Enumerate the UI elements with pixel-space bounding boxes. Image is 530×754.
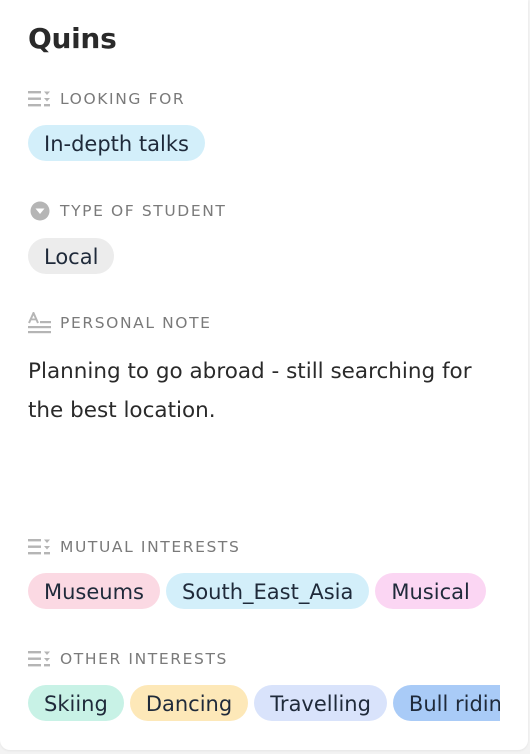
- mutual-interests-chips: Museums South_East_Asia Musical: [28, 573, 500, 613]
- type-of-student-label-text: TYPE OF STUDENT: [60, 202, 227, 220]
- type-of-student-label: TYPE OF STUDENT: [28, 200, 227, 222]
- chip-skiing[interactable]: Skiing: [28, 685, 124, 721]
- list-icon: [28, 88, 52, 110]
- chip-local[interactable]: Local: [28, 238, 115, 274]
- chip-musical[interactable]: Musical: [375, 573, 486, 609]
- text-icon: [28, 312, 52, 334]
- chip-travelling[interactable]: Travelling: [254, 685, 387, 721]
- chip-south-east-asia[interactable]: South_East_Asia: [166, 573, 370, 609]
- personal-note-label-text: PERSONAL NOTE: [60, 314, 212, 332]
- type-of-student-chips: Local: [28, 238, 500, 278]
- chip-in-depth-talks[interactable]: In-depth talks: [28, 125, 205, 161]
- chip-bull-riding[interactable]: Bull riding: [392, 685, 500, 721]
- personal-note-text: Planning to go abroad - still searching …: [28, 359, 472, 423]
- profile-name: Quins: [28, 22, 117, 55]
- other-interests-label-text: OTHER INTERESTS: [60, 650, 228, 668]
- personal-note-label: PERSONAL NOTE: [28, 312, 212, 334]
- dropdown-circle-icon: [28, 200, 52, 222]
- chip-dancing[interactable]: Dancing: [129, 685, 249, 721]
- mutual-interests-label: MUTUAL INTERESTS: [28, 536, 240, 558]
- list-icon: [28, 648, 52, 670]
- mutual-interests-label-text: MUTUAL INTERESTS: [60, 538, 241, 556]
- looking-for-label-text: LOOKING FOR: [60, 90, 186, 108]
- looking-for-chips: In-depth talks: [28, 125, 500, 165]
- list-icon: [28, 536, 52, 558]
- other-interests-label: OTHER INTERESTS: [28, 648, 228, 670]
- looking-for-label: LOOKING FOR: [28, 88, 185, 110]
- other-interests-chips: SkiingDancingTravellingBull riding: [28, 685, 500, 725]
- chip-museums[interactable]: Museums: [28, 573, 160, 609]
- profile-card: Quins LOOKING FOR In-depth talks TYPE OF…: [0, 0, 528, 750]
